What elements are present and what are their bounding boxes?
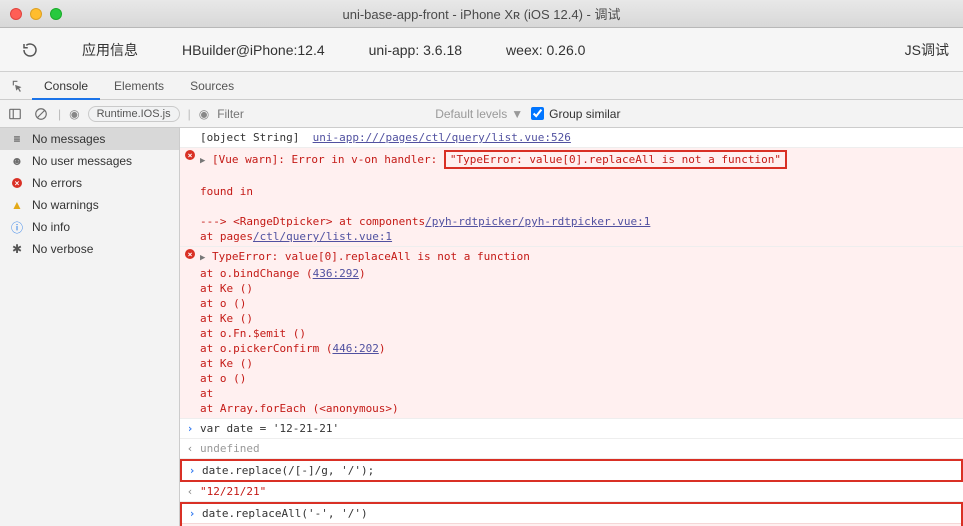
toggle-sidebar-button[interactable] [6,107,24,121]
user-icon: ☻ [10,154,24,168]
console-output[interactable]: [object String] uni-app:///pages/ctl/que… [180,128,963,526]
inspect-element-button[interactable] [6,79,30,93]
separator: | [188,107,191,121]
window-minimize-button[interactable] [30,8,42,20]
expand-icon[interactable]: ▶ [200,156,205,166]
chevron-down-icon: ▼ [511,107,523,121]
console-toolbar: | ◉ Runtime.IOS.js | ◉ Default levels ▼ … [0,100,963,128]
sidebar: ≡No messages ☻No user messages ×No error… [0,128,180,526]
toolbar-jsdebug[interactable]: JS调试 [891,40,963,60]
clear-console-button[interactable] [32,107,50,121]
sidebar-item-warnings[interactable]: ▲No warnings [0,194,179,216]
error-icon: × [185,150,195,160]
error-icon: × [185,249,195,259]
eye-icon[interactable]: ◉ [69,107,79,121]
reload-icon [21,41,39,59]
toolbar-weex: weex: 0.26.0 [484,42,607,58]
input-row: › date.replaceAll('-', '/') [182,504,961,524]
inspect-icon [11,79,25,93]
result-icon: ‹ [187,484,194,499]
source-link[interactable]: 436:292 [313,267,359,280]
toolbar-builder: HBuilder@iPhone:12.4 [160,42,347,58]
prompt-icon: › [187,421,194,436]
log-levels-select[interactable]: Default levels ▼ [435,107,523,121]
eye-icon-2[interactable]: ◉ [199,107,209,121]
prompt-icon: › [189,463,196,478]
reload-button[interactable] [0,41,60,59]
source-link[interactable]: 446:202 [332,342,378,355]
sidebar-item-info[interactable]: ⓘNo info [0,216,179,238]
group-similar-checkbox[interactable]: Group similar [531,107,620,121]
output-row: ‹ "12/21/21" [180,482,963,502]
sidebar-item-messages[interactable]: ≡No messages [0,128,179,150]
result-icon: ‹ [187,441,194,456]
toolbar-uniapp: uni-app: 3.6.18 [347,42,484,58]
error-icon: × [10,176,24,190]
highlight-group: › date.replaceAll('-', '/') × ▶ Uncaught… [180,502,963,526]
input-row: › date.replace(/[-]/g, '/'); [180,459,963,482]
sidebar-icon [8,107,22,121]
prompt-icon: › [189,506,196,521]
source-link[interactable]: /ctl/query/list.vue:1 [253,230,392,243]
source-link[interactable]: uni-app:///pages/ctl/query/list.vue:526 [313,131,571,144]
input-row: › var date = '12-21-21' [180,419,963,439]
tab-elements[interactable]: Elements [102,72,176,100]
clear-icon [34,107,48,121]
error-row: × ▶ TypeError: value[0].replaceAll is no… [180,247,963,419]
window-maximize-button[interactable] [50,8,62,20]
window-titlebar: uni-base-app-front - iPhone Xʀ (iOS 12.4… [0,0,963,28]
highlight-box: "TypeError: value[0].replaceAll is not a… [444,150,787,169]
expand-icon[interactable]: ▶ [200,253,205,263]
main-area: ≡No messages ☻No user messages ×No error… [0,128,963,526]
warning-icon: ▲ [10,198,24,212]
output-row: ‹ undefined [180,439,963,459]
tab-console[interactable]: Console [32,72,100,100]
error-row: × ▶ [Vue warn]: Error in v-on handler: "… [180,148,963,247]
separator: | [58,107,61,121]
filter-input[interactable] [217,107,427,121]
sidebar-item-verbose[interactable]: ✱No verbose [0,238,179,260]
context-selector[interactable]: Runtime.IOS.js [88,106,180,122]
devtools-tabbar: Console Elements Sources [0,72,963,100]
toolbar-appinfo[interactable]: 应用信息 [60,40,160,60]
tab-sources[interactable]: Sources [178,72,246,100]
log-row: [object String] uni-app:///pages/ctl/que… [180,128,963,148]
window-title: uni-base-app-front - iPhone Xʀ (iOS 12.4… [343,4,621,23]
source-link[interactable]: /pyh-rdtpicker/pyh-rdtpicker.vue:1 [425,215,650,228]
sidebar-item-errors[interactable]: ×No errors [0,172,179,194]
hamburger-icon: ≡ [10,132,24,146]
main-toolbar: 应用信息 HBuilder@iPhone:12.4 uni-app: 3.6.1… [0,28,963,72]
verbose-icon: ✱ [10,242,24,256]
sidebar-item-user[interactable]: ☻No user messages [0,150,179,172]
info-icon: ⓘ [10,220,24,234]
window-close-button[interactable] [10,8,22,20]
